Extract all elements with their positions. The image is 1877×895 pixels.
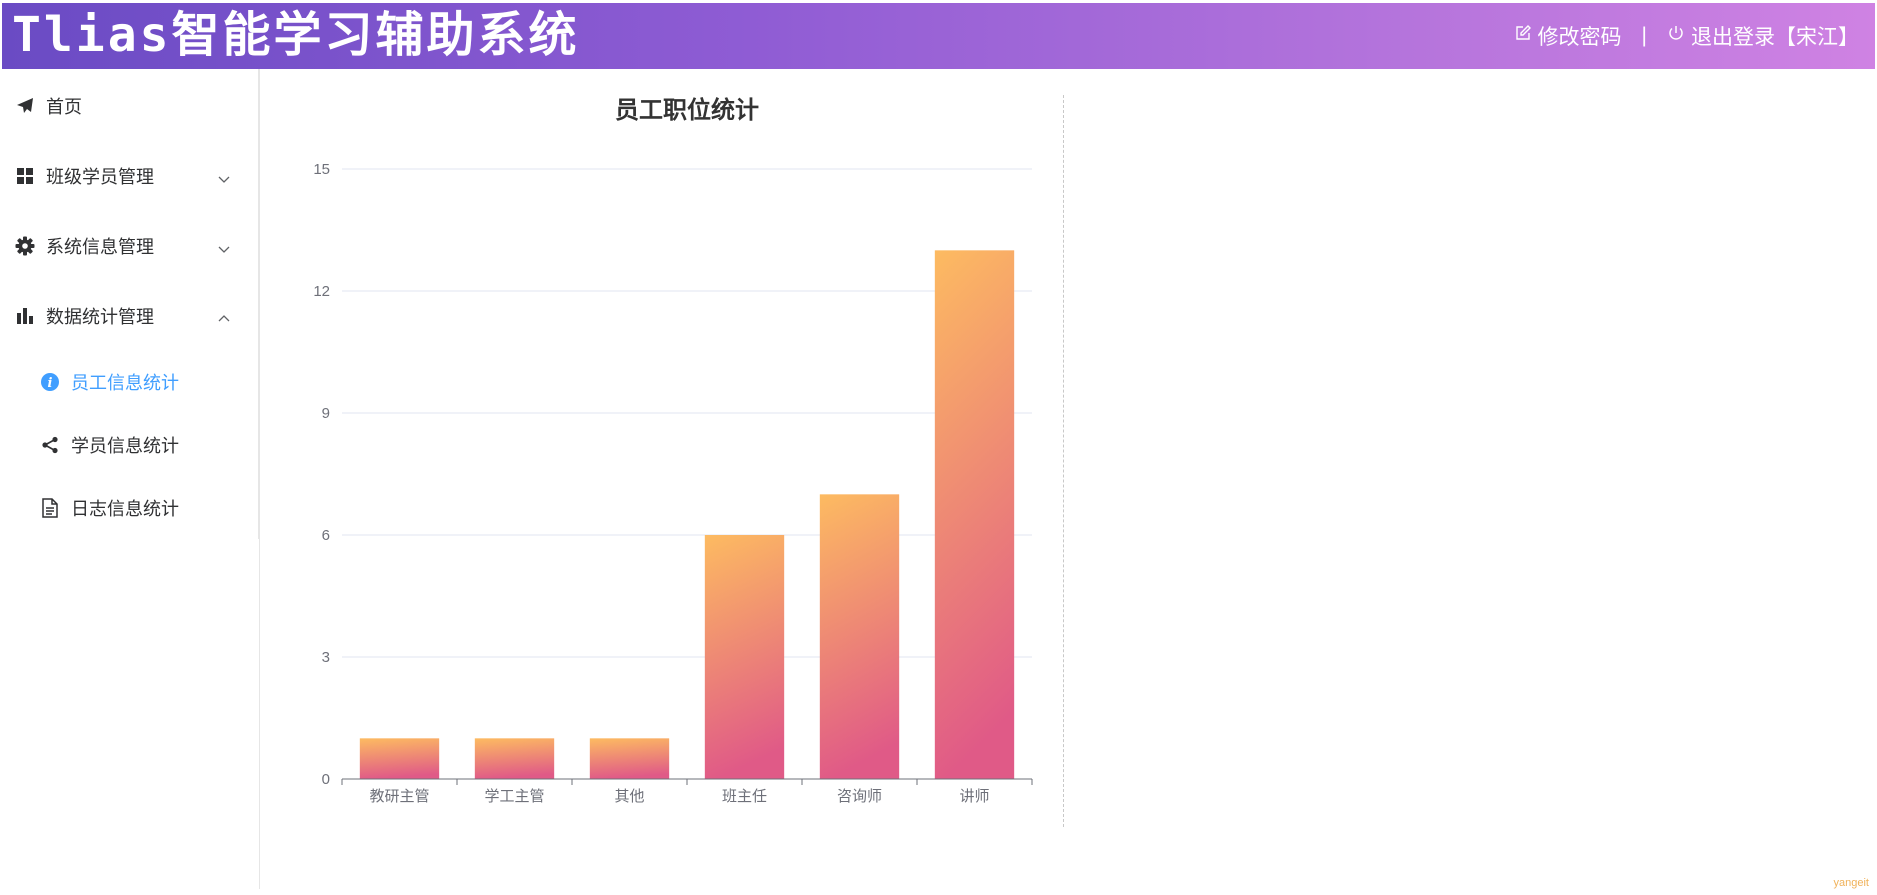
sidebar-subitem-label: 日志信息统计 bbox=[71, 499, 179, 519]
chart-container: 员工职位统计 0 3 6 9 12 15 教研主管 学工主管 其他 班主任 咨询师 讲师 bbox=[270, 90, 1070, 830]
chevron-down-icon bbox=[218, 169, 230, 190]
change-password-label: 修改密码 bbox=[1537, 26, 1622, 49]
bar bbox=[934, 250, 1015, 780]
document-icon bbox=[39, 497, 61, 519]
sidebar-item-system-info[interactable]: 系统信息管理 bbox=[0, 221, 258, 271]
bar bbox=[474, 738, 555, 779]
share-icon bbox=[39, 434, 61, 456]
x-tick-label: 其他 bbox=[614, 788, 644, 805]
app-title: Tlias智能学习辅助系统 bbox=[12, 7, 580, 63]
sidebar-item-home[interactable]: 首页 bbox=[0, 81, 258, 131]
sidebar-subitem-log-stats[interactable]: 日志信息统计 bbox=[0, 484, 258, 532]
sidebar-item-label: 班级学员管理 bbox=[46, 167, 154, 187]
bar-chart-icon bbox=[14, 305, 36, 327]
header-separator: | bbox=[1641, 24, 1647, 47]
chart-divider bbox=[1063, 95, 1064, 827]
chevron-down-icon bbox=[218, 239, 230, 260]
sidebar-subitem-employee-stats[interactable]: i 员工信息统计 bbox=[0, 358, 258, 406]
sidebar-item-data-stats[interactable]: 数据统计管理 bbox=[0, 291, 258, 341]
x-tick-label: 教研主管 bbox=[369, 788, 429, 805]
y-tick-label: 3 bbox=[322, 649, 330, 666]
watermark: yangeit bbox=[1833, 877, 1869, 889]
sidebar-item-label: 数据统计管理 bbox=[46, 307, 154, 327]
paper-plane-icon bbox=[14, 95, 36, 117]
grid-icon bbox=[14, 165, 36, 187]
power-icon bbox=[1667, 24, 1691, 48]
edit-icon bbox=[1514, 24, 1538, 48]
bar bbox=[704, 535, 785, 779]
y-tick-label: 0 bbox=[322, 771, 330, 788]
top-header: Tlias智能学习辅助系统 修改密码 | 退出登录【宋江】 bbox=[2, 3, 1875, 69]
chevron-up-icon bbox=[218, 309, 230, 330]
bar bbox=[819, 494, 900, 779]
y-tick-label: 6 bbox=[322, 527, 330, 544]
sidebar-item-label: 首页 bbox=[46, 97, 82, 117]
change-password-link[interactable]: 修改密码 bbox=[1514, 21, 1622, 51]
x-tick-label: 咨询师 bbox=[837, 788, 882, 805]
header-actions: 修改密码 | 退出登录【宋江】 bbox=[1514, 3, 1859, 69]
y-tick-label: 12 bbox=[313, 283, 330, 300]
svg-text:i: i bbox=[48, 376, 53, 391]
gear-icon bbox=[14, 235, 36, 257]
y-tick-label: 9 bbox=[322, 405, 330, 422]
logout-link[interactable]: 退出登录【宋江】 bbox=[1667, 21, 1859, 51]
x-tick-label: 学工主管 bbox=[484, 788, 544, 805]
y-tick-label: 15 bbox=[313, 161, 330, 178]
main-divider bbox=[259, 69, 260, 889]
bar bbox=[589, 738, 670, 779]
x-tick-label: 班主任 bbox=[722, 788, 767, 805]
x-tick-label: 讲师 bbox=[959, 788, 989, 805]
sidebar-subitem-student-stats[interactable]: 学员信息统计 bbox=[0, 421, 258, 469]
sidebar: 首页 班级学员管理 系统信息管理 数据统计管理 i 员工信息统计 学员信息统计 … bbox=[0, 69, 259, 539]
chart-title: 员工职位统计 bbox=[615, 96, 759, 124]
info-circle-icon: i bbox=[39, 371, 61, 393]
position-bar-chart: 员工职位统计 0 3 6 9 12 15 教研主管 学工主管 其他 班主任 咨询师 讲师 bbox=[313, 96, 1033, 805]
sidebar-subitem-label: 学员信息统计 bbox=[71, 436, 179, 456]
bar bbox=[359, 738, 440, 779]
sidebar-item-label: 系统信息管理 bbox=[46, 237, 154, 257]
sidebar-subitem-label: 员工信息统计 bbox=[71, 373, 179, 393]
sidebar-item-class-students[interactable]: 班级学员管理 bbox=[0, 151, 258, 201]
logout-label: 退出登录【宋江】 bbox=[1691, 26, 1859, 49]
